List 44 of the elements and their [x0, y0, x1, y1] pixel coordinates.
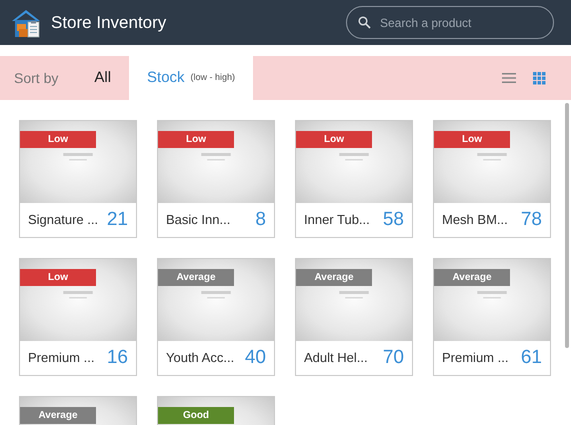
stock-badge: Low	[434, 131, 510, 148]
product-name: Premium ...	[442, 349, 508, 368]
stock-badge: Low	[20, 131, 96, 148]
product-name: Adult Hel...	[304, 349, 368, 368]
search-field[interactable]: Search a product	[346, 6, 554, 39]
stock-badge: Average	[296, 269, 372, 286]
product-card[interactable]: Low Basic Inn... 8	[157, 120, 275, 238]
product-name: Youth Acc...	[166, 349, 234, 368]
list-view-icon[interactable]	[501, 70, 517, 86]
product-card[interactable]: Good	[157, 396, 275, 425]
product-name: Inner Tub...	[304, 211, 370, 230]
product-card[interactable]: Average	[19, 396, 137, 425]
sort-tab[interactable]: Stock (low - high)	[129, 56, 254, 100]
stock-count: 21	[106, 208, 128, 232]
stock-count: 58	[382, 208, 404, 232]
stock-count: 70	[382, 346, 404, 370]
stock-badge: Low	[20, 269, 96, 286]
stock-count: 8	[255, 208, 266, 232]
product-name: Signature ...	[28, 211, 98, 230]
product-card[interactable]: Average Adult Hel... 70	[295, 258, 413, 376]
stock-badge: Low	[296, 131, 372, 148]
product-card[interactable]: Average Premium ... 61	[433, 258, 551, 376]
stock-badge: Low	[158, 131, 234, 148]
product-card[interactable]: Low Mesh BM... 78	[433, 120, 551, 238]
search-icon	[358, 16, 371, 29]
product-card[interactable]: Low Signature ... 21	[19, 120, 137, 238]
grid-view-icon[interactable]	[531, 70, 547, 86]
stock-count: 61	[520, 346, 542, 370]
app-title: Store Inventory	[51, 12, 166, 34]
product-name: Basic Inn...	[166, 211, 230, 230]
stock-badge: Average	[20, 407, 96, 424]
product-card[interactable]: Low Premium ... 16	[19, 258, 137, 376]
stock-badge: Good	[158, 407, 234, 424]
stock-badge: Average	[158, 269, 234, 286]
stock-count: 16	[106, 346, 128, 370]
product-card[interactable]: Low Inner Tub... 58	[295, 120, 413, 238]
sort-tab[interactable]: All	[76, 56, 130, 100]
stock-count: 78	[520, 208, 542, 232]
product-name: Premium ...	[28, 349, 94, 368]
sort-label: Sort by	[14, 68, 58, 88]
stock-count: 40	[244, 346, 266, 370]
product-card[interactable]: Average Youth Acc... 40	[157, 258, 275, 376]
product-name: Mesh BM...	[442, 211, 508, 230]
stock-badge: Average	[434, 269, 510, 286]
